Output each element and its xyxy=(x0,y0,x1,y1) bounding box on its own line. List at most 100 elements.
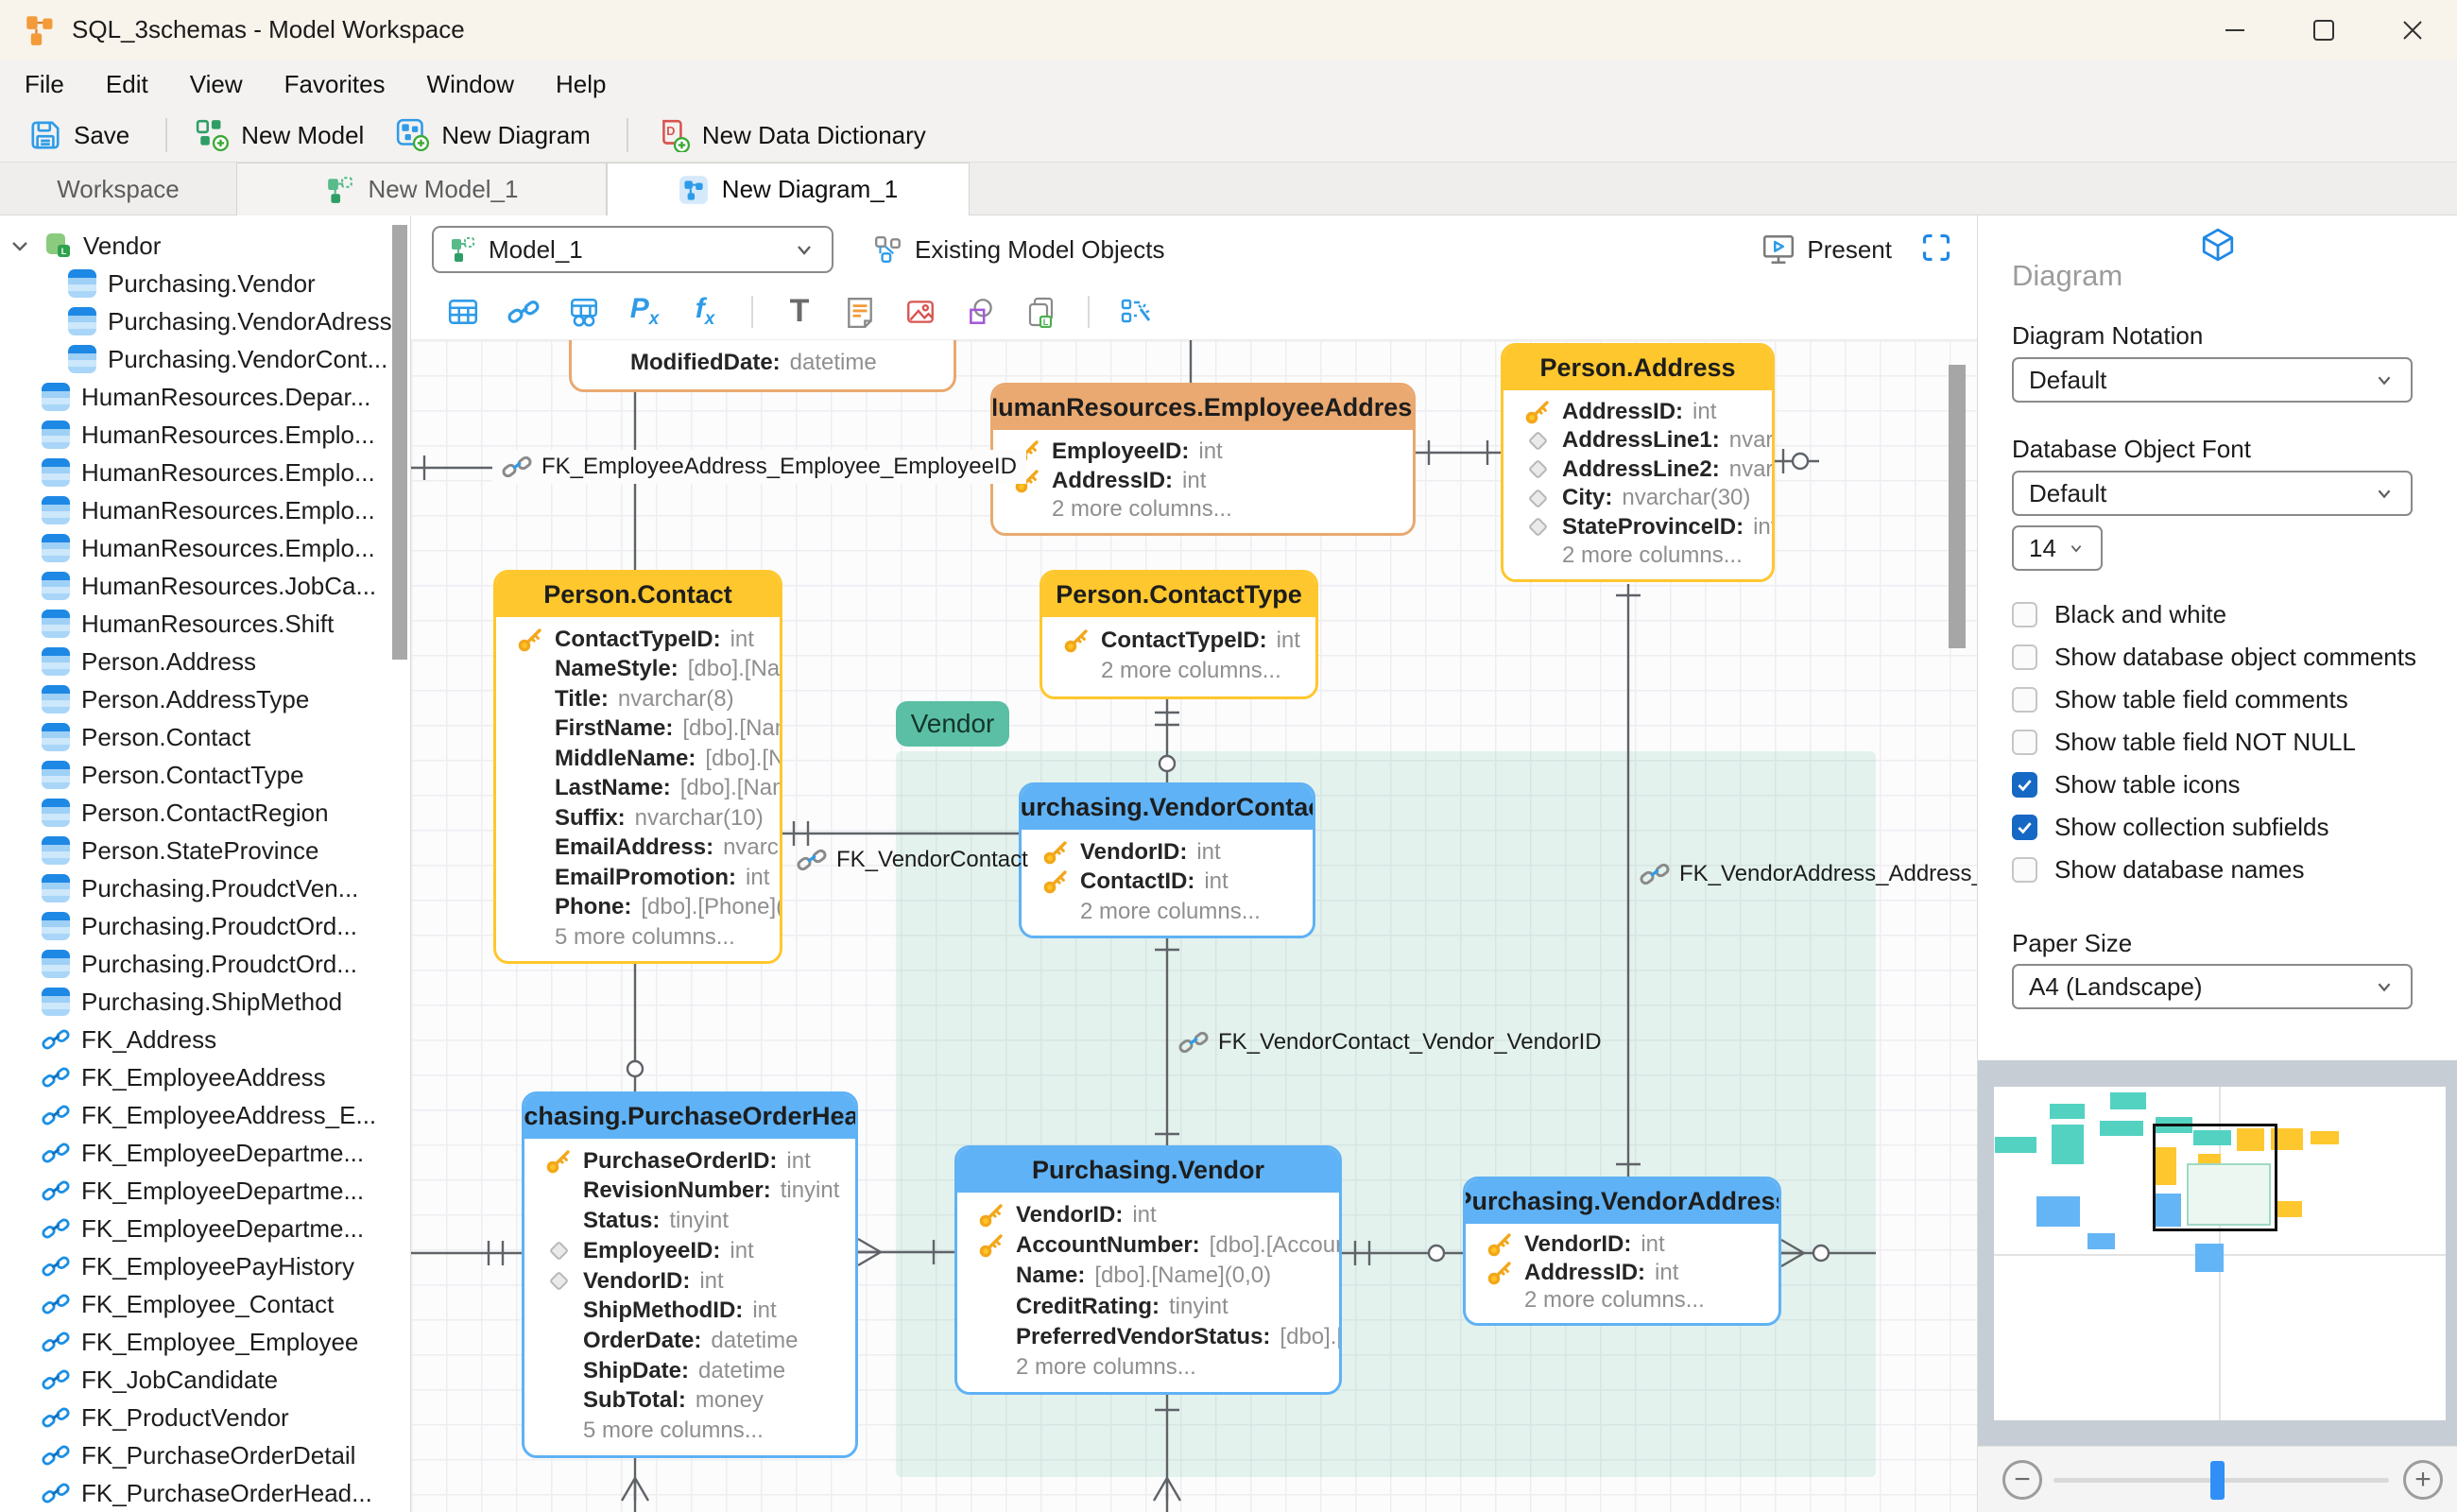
more-columns[interactable]: 2 more columns... xyxy=(1012,496,1413,523)
table-row[interactable]: ContactID: int xyxy=(1040,868,1313,895)
sidebar-item-person-addresstype[interactable]: Person.AddressType xyxy=(0,680,410,718)
table-row[interactable]: ShipMethodID: int xyxy=(543,1297,855,1324)
table-purchasing-purchaseorderheader[interactable]: Purchasing.PurchaseOrderHeader PurchaseOr… xyxy=(522,1091,858,1458)
image-tool-icon[interactable] xyxy=(902,294,938,330)
table-row[interactable]: Suffix: nvarchar(10) xyxy=(515,805,780,832)
more-columns[interactable]: 5 more columns... xyxy=(515,924,780,951)
canvas-scrollbar[interactable] xyxy=(1949,365,1966,648)
table-purchasing-vendor[interactable]: Purchasing.Vendor VendorID: int AccountNumb… xyxy=(954,1145,1342,1395)
menu-file[interactable]: File xyxy=(25,70,64,99)
sidebar-item-fk-employeedepartme-[interactable]: FK_EmployeeDepartme... xyxy=(0,1134,410,1172)
sidebar-item-purchasing-vendor[interactable]: Purchasing.Vendor xyxy=(0,265,410,302)
more-columns[interactable]: 2 more columns... xyxy=(1061,658,1315,684)
diagram-notation-dropdown[interactable]: Default xyxy=(2012,357,2413,403)
table-row[interactable]: City: nvarchar(30) xyxy=(1522,485,1772,511)
present-button[interactable]: Present xyxy=(1761,232,1892,266)
maximize-button[interactable] xyxy=(2279,0,2368,60)
sidebar-item-fk-employeedepartme-[interactable]: FK_EmployeeDepartme... xyxy=(0,1210,410,1247)
table-row[interactable]: MiddleName: [dbo].[Name]... xyxy=(515,746,780,772)
table-person-address[interactable]: Person.Address AddressID: int AddressLine1:… xyxy=(1501,343,1775,582)
checkbox-show-table-field-comments[interactable] xyxy=(2012,687,2037,713)
table-row[interactable]: AddressID: int xyxy=(1522,399,1772,425)
zoom-slider-handle[interactable] xyxy=(2210,1461,2225,1500)
checkbox-show-collection-subfields[interactable] xyxy=(2012,815,2037,840)
chevron-down-icon[interactable] xyxy=(8,233,32,258)
menu-view[interactable]: View xyxy=(190,70,243,99)
sidebar-item-fk-employee-contact[interactable]: FK_Employee_Contact xyxy=(0,1285,410,1323)
table-row[interactable]: LastName: [dbo].[Name](0... xyxy=(515,775,780,801)
sidebar-item-purchasing-proudctord-[interactable]: Purchasing.ProudctOrd... xyxy=(0,907,410,945)
menu-edit[interactable]: Edit xyxy=(106,70,148,99)
sidebar-item-humanresources-jobca-[interactable]: HumanResources.JobCa... xyxy=(0,567,410,605)
new-model-button[interactable]: New Model xyxy=(196,118,364,152)
wand-tool-icon[interactable] xyxy=(1118,294,1154,330)
fullscreen-button[interactable] xyxy=(1920,232,1952,268)
new-data-dictionary-button[interactable]: D New Data Dictionary xyxy=(657,118,926,152)
table-row[interactable]: EmployeeID: int xyxy=(1012,438,1413,465)
close-button[interactable] xyxy=(2368,0,2457,60)
checkbox-show-table-field-not-null[interactable] xyxy=(2012,730,2037,755)
save-button[interactable]: Save xyxy=(28,118,129,152)
checkbox-show-database-names[interactable] xyxy=(2012,857,2037,883)
sidebar-item-purchasing-vendorcont-[interactable]: Purchasing.VendorCont... xyxy=(0,340,410,378)
zoom-in-button[interactable]: + xyxy=(2403,1460,2443,1500)
table-row[interactable]: OrderDate: datetime xyxy=(543,1328,855,1354)
table-row[interactable]: EmailAddress: nvarchar(50) xyxy=(515,834,780,861)
sidebar-item-humanresources-emplo-[interactable]: HumanResources.Emplo... xyxy=(0,529,410,567)
sidebar-item-fk-jobcandidate[interactable]: FK_JobCandidate xyxy=(0,1361,410,1399)
sidebar-item-purchasing-proudctord-[interactable]: Purchasing.ProudctOrd... xyxy=(0,945,410,983)
zoom-out-button[interactable]: − xyxy=(2002,1460,2042,1500)
table-row[interactable]: AddressLine1: nvarchar(... xyxy=(1522,427,1772,454)
table-row[interactable]: CreditRating: tinyint xyxy=(976,1294,1339,1320)
sidebar-item-humanresources-depar-[interactable]: HumanResources.Depar... xyxy=(0,378,410,416)
sidebar-item-fk-productvendor[interactable]: FK_ProductVendor xyxy=(0,1399,410,1436)
sidebar-item-purchasing-shipmethod[interactable]: Purchasing.ShipMethod xyxy=(0,983,410,1021)
table-row[interactable]: EmployeeID: int xyxy=(543,1238,855,1264)
sidebar-item-humanresources-emplo-[interactable]: HumanResources.Emplo... xyxy=(0,491,410,529)
sidebar-item-humanresources-emplo-[interactable]: HumanResources.Emplo... xyxy=(0,416,410,454)
table-modifieddate-stub[interactable]: ModifiedDate: datetime xyxy=(569,340,956,392)
tab-workspace[interactable]: Workspace xyxy=(0,163,236,215)
existing-model-objects-button[interactable]: Existing Model Objects xyxy=(873,234,1164,265)
sidebar-item-fk-employeeaddress[interactable]: FK_EmployeeAddress xyxy=(0,1058,410,1096)
sidebar-item-fk-employeepayhistory[interactable]: FK_EmployeePayHistory xyxy=(0,1247,410,1285)
sidebar-item-fk-employeeaddress-e-[interactable]: FK_EmployeeAddress_E... xyxy=(0,1096,410,1134)
table-row[interactable]: NameStyle: [dbo].[NameSt... xyxy=(515,656,780,682)
relationship-tool-icon[interactable] xyxy=(506,294,541,330)
table-row[interactable]: VendorID: int xyxy=(976,1202,1339,1228)
sidebar-item-person-contactregion[interactable]: Person.ContactRegion xyxy=(0,794,410,832)
checkbox-show-table-icons[interactable] xyxy=(2012,772,2037,798)
view-tool-icon[interactable] xyxy=(566,294,602,330)
sidebar-item-person-contacttype[interactable]: Person.ContactType xyxy=(0,756,410,794)
table-humanresources-employeeaddress[interactable]: HumanResources.EmployeeAddress EmployeeID… xyxy=(990,383,1416,536)
table-row[interactable]: ContactTypeID: int xyxy=(515,627,780,653)
table-tool-icon[interactable] xyxy=(445,294,481,330)
minimap[interactable] xyxy=(1978,1060,2457,1446)
paper-size-dropdown[interactable]: A4 (Landscape) xyxy=(2012,964,2413,1009)
more-columns[interactable]: 2 more columns... xyxy=(1040,899,1313,925)
table-row[interactable]: Phone: [dbo].[Phone](0,0) xyxy=(515,894,780,920)
table-row[interactable]: ContactTypeID: int xyxy=(1061,627,1315,654)
table-row[interactable]: Name: [dbo].[Name](0,0) xyxy=(976,1263,1339,1289)
table-row[interactable]: PreferredVendorStatus: [dbo].[Flag](0,0) xyxy=(976,1324,1339,1350)
table-purchasing-vendoraddress[interactable]: Purchasing.VendorAddress VendorID: int Addr… xyxy=(1463,1177,1781,1326)
pages-tool-icon[interactable]: L xyxy=(1023,294,1059,330)
minimap-viewport[interactable] xyxy=(2153,1124,2277,1231)
checkbox-show-database-object-comments[interactable] xyxy=(2012,644,2037,670)
more-columns[interactable]: 2 more columns... xyxy=(976,1354,1339,1381)
table-person-contact[interactable]: Person.Contact ContactTypeID: int NameStyle… xyxy=(493,570,782,964)
menu-help[interactable]: Help xyxy=(556,70,606,99)
more-columns[interactable]: 5 more columns... xyxy=(543,1418,855,1444)
relationship-label[interactable]: FK_VendorContact_Vendor_VendorID xyxy=(1178,1027,1602,1057)
table-row[interactable]: Title: nvarchar(8) xyxy=(515,686,780,713)
relationship-label[interactable]: FK_VendorContact xyxy=(797,845,1028,875)
sidebar-item-person-stateprovince[interactable]: Person.StateProvince xyxy=(0,832,410,869)
fx-tool-icon[interactable]: fx xyxy=(687,293,723,330)
sidebar-item-person-address[interactable]: Person.Address xyxy=(0,643,410,680)
px-tool-icon[interactable]: Px xyxy=(627,293,662,330)
sidebar-item-purchasing-vendoradress[interactable]: Purchasing.VendorAdress xyxy=(0,302,410,340)
new-diagram-button[interactable]: New Diagram xyxy=(396,118,591,152)
table-row[interactable]: VendorID: int xyxy=(1485,1231,1778,1258)
table-row[interactable]: AddressLine2: nvarchar(... xyxy=(1522,456,1772,483)
table-person-contacttype[interactable]: Person.ContactType ContactTypeID: int 2 mor… xyxy=(1040,570,1318,699)
